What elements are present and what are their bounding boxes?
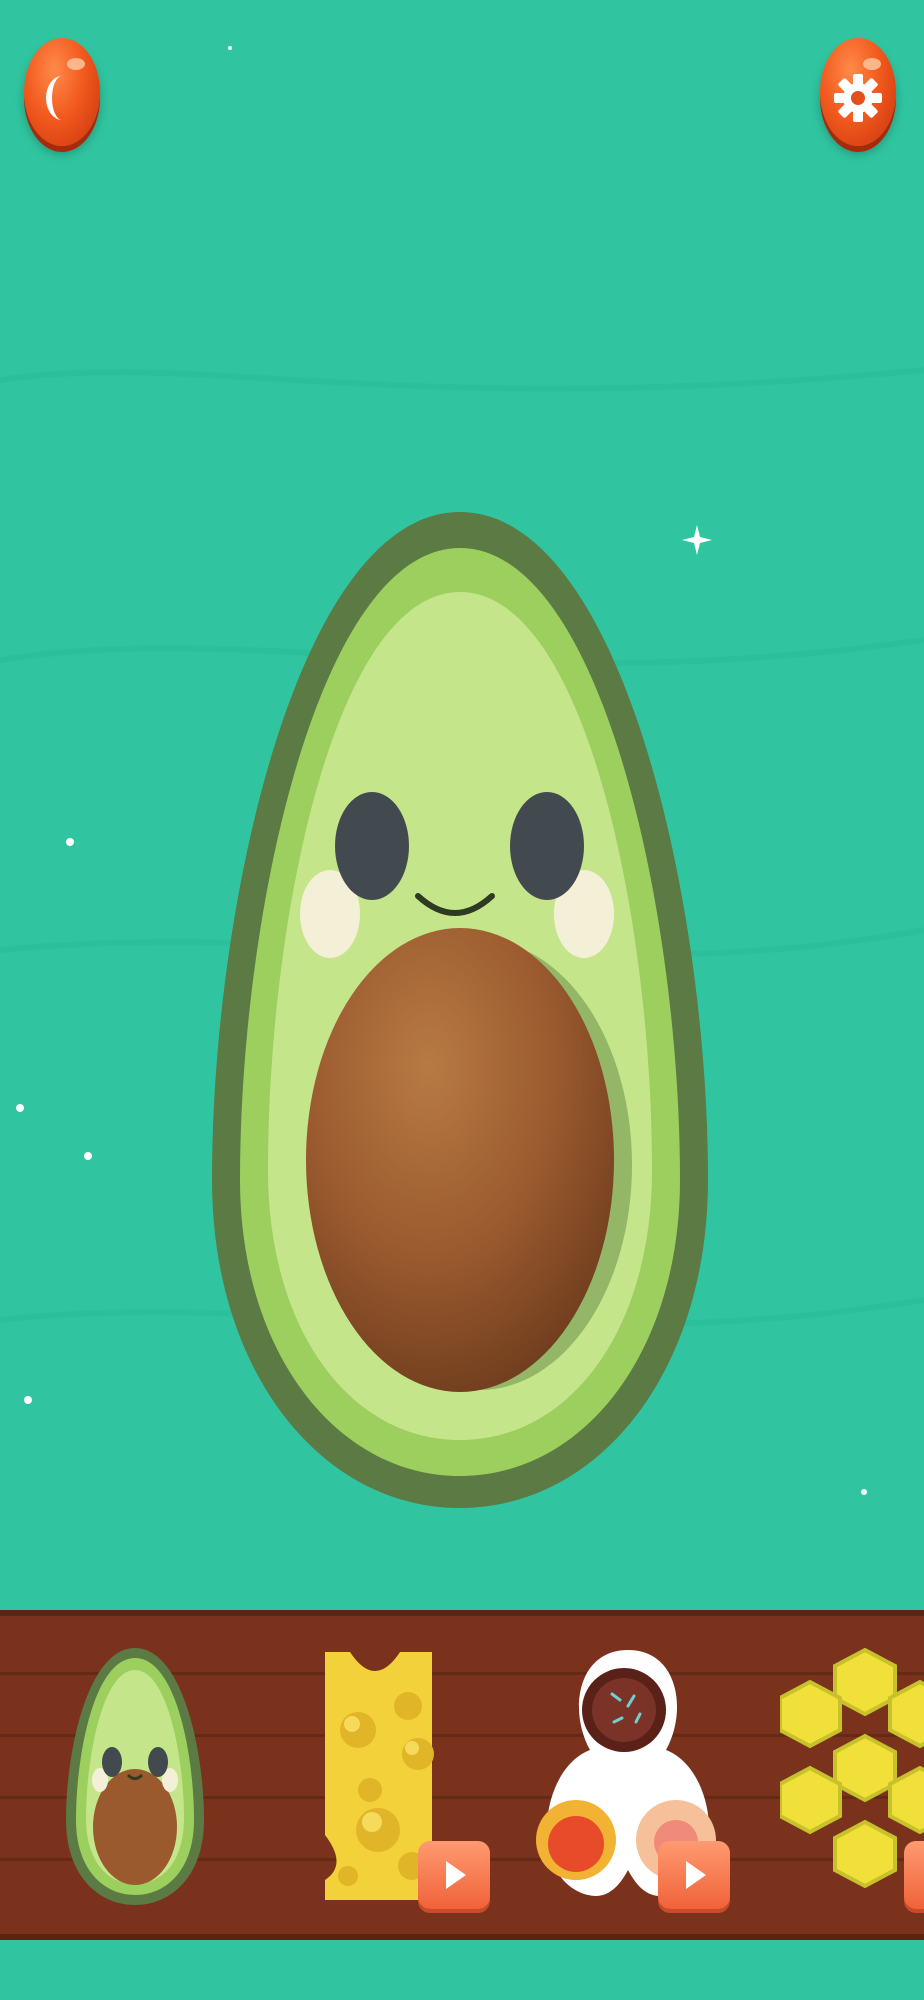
tray-item-cheese[interactable] (320, 1630, 500, 1920)
toy-selection-tray (0, 1610, 924, 1940)
tray-item-avocado[interactable] (60, 1630, 210, 1920)
avocado-icon (66, 1648, 204, 1905)
avocado-pit (306, 928, 614, 1392)
tray-item-honeycomb[interactable] (780, 1630, 924, 1920)
tray-item-spinner[interactable] (528, 1630, 730, 1920)
watch-video-badge[interactable] (418, 1841, 490, 1909)
theme-toggle-icon (46, 58, 85, 120)
watch-video-badge[interactable] (658, 1841, 730, 1909)
settings-button[interactable] (820, 38, 896, 146)
honeycomb-icon (780, 1647, 924, 1889)
watch-video-badge[interactable] (904, 1841, 924, 1909)
theme-toggle-button[interactable] (24, 38, 100, 146)
left-eye (335, 792, 409, 900)
gear-icon (834, 58, 882, 122)
right-eye (510, 792, 584, 900)
